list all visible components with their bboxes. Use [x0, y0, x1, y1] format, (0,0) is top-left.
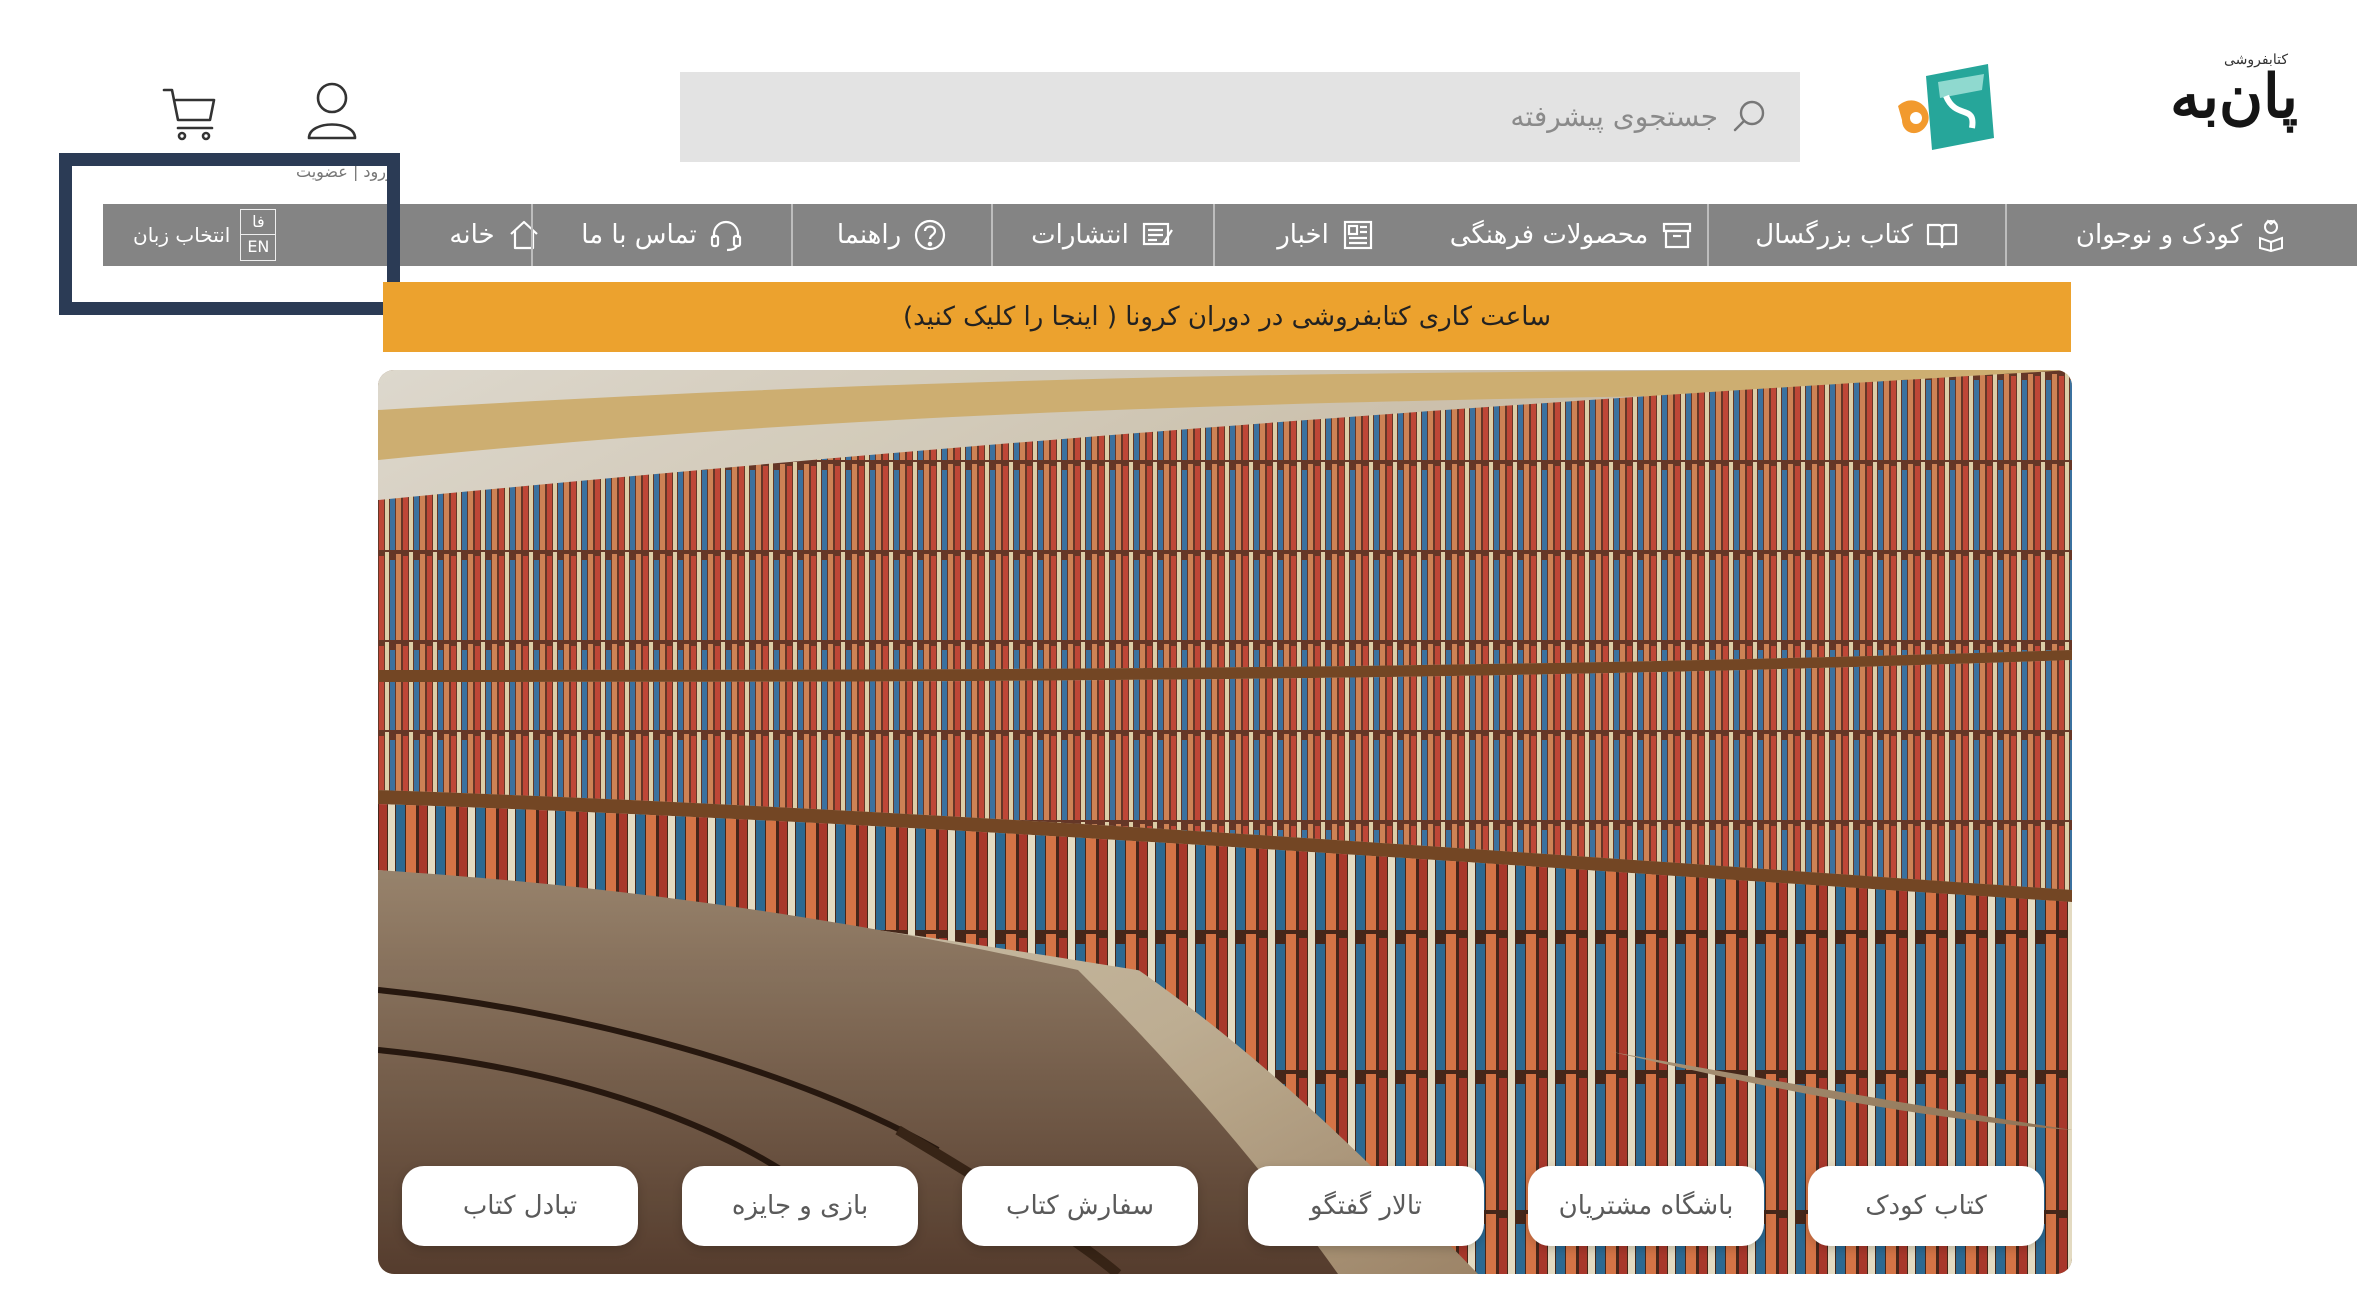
brand-emblem-logo[interactable]	[1896, 60, 2006, 152]
nav-item-contact[interactable]: تماس با ما	[533, 204, 791, 266]
nav-item-news[interactable]: اخبار	[1215, 204, 1437, 266]
nav-item-label: راهنما	[836, 220, 902, 250]
nav-item-label: کتاب بزرگسال	[1755, 220, 1913, 250]
nav-item-label: تماس با ما	[581, 220, 697, 250]
user-account-icon[interactable]	[306, 80, 358, 142]
newspaper-icon	[1343, 220, 1372, 250]
nav-item-cultural-products[interactable]: محصولات فرهنگی	[1437, 204, 1707, 266]
box-icon	[1663, 222, 1692, 249]
hero-button-book-order[interactable]: سفارش کتاب	[962, 1166, 1198, 1246]
cart-icon[interactable]	[160, 84, 218, 142]
nav-item-adult-books[interactable]: کتاب بزرگسال	[1709, 204, 2005, 266]
main-navigation: انتخاب زبان فا EN خانه تماس با ما راهنما…	[103, 204, 2357, 266]
hero-button-forum[interactable]: تالار گفتگو	[1248, 1166, 1484, 1246]
question-icon	[915, 219, 946, 251]
hero-button-kids-books[interactable]: کتاب کودک	[1808, 1166, 2044, 1246]
search-placeholder: جستجوی پیشرفته	[1510, 100, 1718, 133]
nav-item-label: کودک و نوجوان	[2075, 220, 2243, 250]
hero-button-book-exchange[interactable]: تبادل کتاب	[402, 1166, 638, 1246]
nav-item-help[interactable]: راهنما	[793, 204, 991, 266]
search-icon[interactable]	[1732, 98, 1768, 134]
publishing-icon	[1142, 222, 1173, 246]
headset-icon	[710, 220, 741, 252]
hero-library-image	[378, 370, 2072, 1274]
hero-button-customer-club[interactable]: باشگاه مشتریان	[1528, 1166, 1764, 1246]
highlight-frame	[59, 153, 400, 315]
child-reader-icon	[2259, 219, 2284, 252]
nav-item-label: محصولات فرهنگی	[1449, 220, 1649, 250]
search-input[interactable]: جستجوی پیشرفته	[680, 72, 1800, 162]
nav-item-publishing[interactable]: انتشارات	[993, 204, 1213, 266]
brand-logo[interactable]: کتابفروشی پان‌به	[2168, 50, 2298, 150]
open-book-icon	[1926, 223, 1957, 249]
nav-item-label: اخبار	[1277, 220, 1329, 250]
nav-item-label: خانه	[449, 220, 495, 250]
corona-hours-notice[interactable]: ساعت کاری کتابفروشی در دوران کرونا ( این…	[383, 282, 2071, 352]
logo-wordmark: پان‌به	[2170, 62, 2298, 132]
hero-button-games-prizes[interactable]: بازی و جایزه	[682, 1166, 918, 1246]
nav-item-label: انتشارات	[1031, 220, 1129, 250]
nav-item-kids-teens[interactable]: کودک و نوجوان	[2007, 204, 2357, 266]
